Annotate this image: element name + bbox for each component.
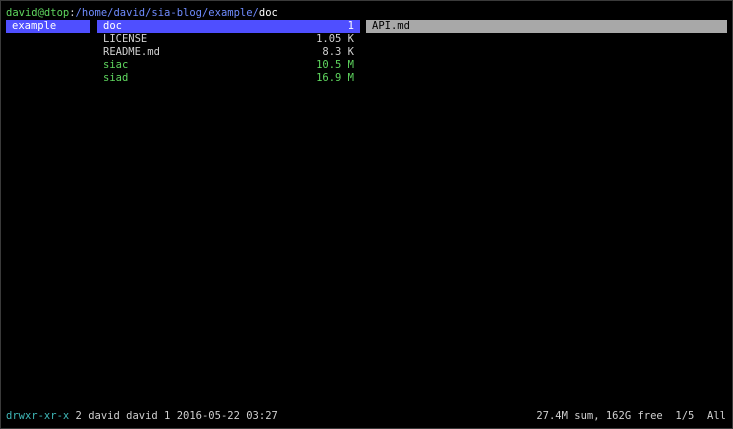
file-size: 8.3 K [322, 46, 354, 58]
file-name: siac [103, 59, 129, 71]
file-name: siad [103, 72, 129, 84]
file-row-siad[interactable]: siad 16.9 M [97, 72, 360, 85]
parent-directory-column: example [6, 20, 90, 33]
preview-item-api-md[interactable]: API.md [366, 20, 727, 33]
scroll-indicator: All [707, 410, 726, 422]
current-directory[interactable]: doc [259, 7, 278, 19]
status-bar-left: drwxr-xr-x 2 david david 1 2016-05-22 03… [6, 410, 278, 423]
file-name: README.md [103, 46, 160, 58]
file-size: 10.5 M [316, 59, 354, 71]
file-name: LICENSE [103, 33, 148, 45]
directory-path[interactable]: /home/david/sia-blog/example/ [76, 7, 259, 19]
file-row-siac[interactable]: siac 10.5 M [97, 59, 360, 72]
position-indicator: 1/5 [675, 410, 695, 422]
preview-column: API.md [366, 20, 727, 33]
path-titlebar: david@dtop:/home/david/sia-blog/example/… [6, 7, 278, 20]
preview-item-label: API.md [372, 20, 410, 32]
user-host: david@dtop [6, 7, 70, 19]
file-row-doc[interactable]: doc 1 [97, 20, 360, 33]
file-size: 16.9 M [316, 72, 354, 84]
file-name: doc [103, 20, 122, 32]
file-row-license[interactable]: LICENSE 1.05 K [97, 33, 360, 46]
file-permissions: drwxr-xr-x [6, 410, 70, 422]
current-directory-column: doc 1 LICENSE 1.05 K README.md 8.3 K sia… [97, 20, 360, 85]
file-size: 1.05 K [316, 33, 354, 45]
status-bar-right: 27.4M sum, 162G free 1/5 All [536, 410, 726, 423]
disk-usage: 27.4M sum, 162G free [536, 410, 663, 422]
file-row-readme[interactable]: README.md 8.3 K [97, 46, 360, 59]
file-size: 1 [347, 20, 354, 32]
file-info: 2 david david 1 2016-05-22 03:27 [75, 410, 278, 422]
parent-item-example[interactable]: example [6, 20, 90, 33]
parent-item-label: example [12, 20, 57, 32]
